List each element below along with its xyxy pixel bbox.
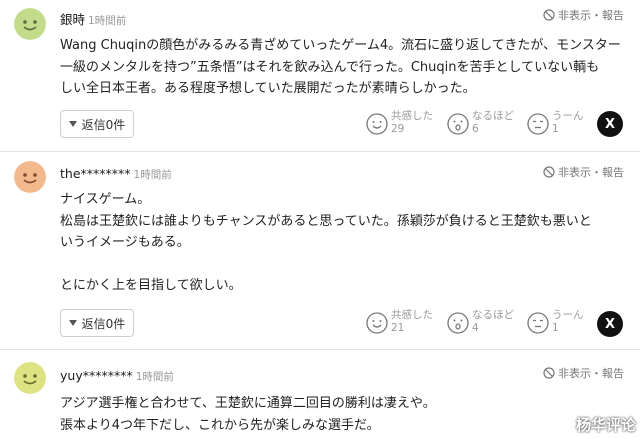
hmm-face-icon	[527, 113, 549, 135]
comment-line: とにかく上を目指して欲しい。	[60, 278, 242, 293]
username[interactable]: 銀時	[60, 12, 85, 27]
comment-item: the******** 1時間前 非表示・報告 ナイスゲーム。 松島は王楚欽には誰…	[0, 151, 640, 349]
avatar[interactable]	[14, 8, 46, 40]
comment-time: 1時間前	[135, 371, 174, 383]
comment-line: Wang Chuqinの顔色がみるみる青ざめていったゲーム4。流石に盛り返してき…	[60, 38, 621, 53]
comment-line: ナイスゲーム。	[60, 192, 151, 207]
circle-slash-icon	[543, 367, 555, 379]
weibo-logo-icon	[554, 418, 572, 432]
x-logo-icon: X	[604, 316, 616, 332]
circle-slash-icon	[543, 166, 555, 178]
reaction-label: 共感した	[391, 309, 433, 321]
reaction-label: うーん	[552, 309, 584, 321]
comment-author[interactable]: yuy******** 1時間前	[60, 368, 174, 384]
report-label: 非表示・報告	[558, 166, 624, 179]
reply-button[interactable]: 返信0件	[60, 110, 134, 138]
reaction-count: 6	[472, 123, 479, 135]
reaction-hmm[interactable]: うーん 1	[527, 110, 584, 136]
comment-time: 1時間前	[88, 15, 127, 27]
share-x-button[interactable]: X	[597, 111, 623, 137]
comment-line: 張本より4つ年下だし、これから先が楽しみな選手だ。	[60, 417, 380, 433]
comment-body: ナイスゲーム。 松島は王楚欽には誰よりもチャンスがあると思っていた。孫穎莎が負け…	[60, 189, 630, 297]
reaction-hmm[interactable]: うーん 1	[527, 309, 584, 335]
reaction-label: うーん	[552, 110, 584, 122]
reaction-label: 共感した	[391, 110, 433, 122]
comment-item: 銀時 1時間前 非表示・報告 Wang Chuqinの顔色がみるみる青ざめていった…	[0, 0, 640, 151]
watermark-text: 杨华评论	[575, 416, 636, 434]
smile-face-icon	[366, 312, 388, 334]
report-link[interactable]: 非表示・報告	[543, 365, 624, 381]
reaction-count: 4	[472, 322, 479, 334]
username[interactable]: the********	[60, 166, 131, 181]
watermark: 杨华评论	[554, 414, 636, 435]
reaction-count: 1	[552, 123, 559, 135]
reply-button[interactable]: 返信0件	[60, 309, 134, 337]
reaction-count: 1	[552, 322, 559, 334]
surprised-face-icon	[447, 312, 469, 334]
comment-line: しい全日本王者。ある程度予想していた展開だったが素晴らしかった。	[60, 81, 476, 96]
comment-body: アジア選手権と合わせて、王楚欽に通算二回目の勝利は凄えや。 張本より4つ年下だし…	[60, 393, 630, 436]
comment-item: yuy******** 1時間前 非表示・報告 アジア選手権と合わせて、王楚欽に通…	[0, 349, 640, 439]
triangle-down-icon	[68, 320, 77, 326]
report-link[interactable]: 非表示・報告	[543, 7, 624, 23]
surprised-face-icon	[447, 113, 469, 135]
reaction-insight[interactable]: なるほど 4	[447, 309, 514, 335]
comment-body: Wang Chuqinの顔色がみるみる青ざめていったゲーム4。流石に盛り返してき…	[60, 35, 630, 100]
comment-line	[60, 254, 630, 276]
comment-line: アジア選手権と合わせて、王楚欽に通算二回目の勝利は凄えや。	[60, 396, 436, 411]
x-logo-icon: X	[604, 116, 616, 132]
comment-line: 一級のメンタルを持つ”五条悟”はそれを飲み込んで行った。Chuqinを苦手として…	[60, 59, 600, 75]
reply-label: 返信0件	[81, 117, 126, 132]
smile-face-icon	[366, 113, 388, 135]
report-label: 非表示・報告	[558, 9, 624, 22]
report-label: 非表示・報告	[558, 367, 624, 380]
report-link[interactable]: 非表示・報告	[543, 164, 624, 180]
circle-slash-icon	[543, 9, 555, 21]
reaction-count: 29	[391, 123, 405, 135]
comment-time: 1時間前	[133, 169, 172, 181]
reaction-label: なるほど	[472, 309, 514, 321]
comment-author[interactable]: 銀時 1時間前	[60, 9, 126, 28]
share-x-button[interactable]: X	[597, 311, 623, 337]
comment-line: 松島は王楚欽には誰よりもチャンスがあると思っていた。孫穎莎が負けると王楚欽も悪い…	[60, 213, 592, 229]
reaction-count: 21	[391, 322, 405, 334]
comment-line: いうイメージもある。	[60, 235, 190, 250]
username[interactable]: yuy********	[60, 368, 133, 383]
hmm-face-icon	[527, 312, 549, 334]
reaction-insight[interactable]: なるほど 6	[447, 110, 514, 136]
reply-label: 返信0件	[81, 316, 126, 331]
reaction-empathy[interactable]: 共感した 29	[366, 110, 433, 136]
triangle-down-icon	[68, 121, 77, 127]
reaction-empathy[interactable]: 共感した 21	[366, 309, 433, 335]
reaction-label: なるほど	[472, 110, 514, 122]
comment-author[interactable]: the******** 1時間前	[60, 166, 172, 182]
avatar[interactable]	[14, 161, 46, 193]
avatar[interactable]	[14, 362, 46, 394]
